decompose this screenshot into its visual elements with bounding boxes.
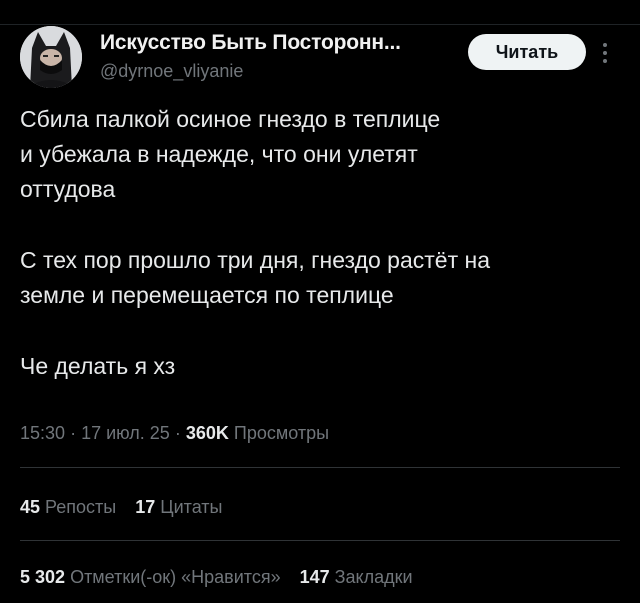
display-name[interactable]: Искусство Быть Посторонн... [100, 31, 401, 55]
reposts-count: 45 [20, 497, 41, 517]
meta-separator: · [174, 423, 181, 443]
tweet-paragraph: Сбила палкой осиное гнездо в теплице и у… [20, 106, 441, 202]
meta-separator: · [70, 423, 77, 443]
top-divider [0, 24, 640, 25]
avatar[interactable] [20, 26, 82, 88]
likes-stat[interactable]: 5 302 Отметки(-ок) «Нравится» [20, 567, 281, 588]
tweet-meta: 15:30 · 17 июл. 25 · 360K Просмотры [20, 423, 329, 444]
bookmarks-count: 147 [299, 567, 330, 587]
tweet-time[interactable]: 15:30 [20, 423, 65, 443]
tweet-text: Сбила палкой осиное гнездо в теплице и у… [20, 102, 620, 420]
more-options-icon[interactable] [598, 36, 612, 70]
tweet-paragraph: Че делать я хз [20, 353, 176, 379]
likes-count: 5 302 [20, 567, 66, 587]
stats-row-likes: 5 302 Отметки(-ок) «Нравится» 147 Заклад… [20, 567, 427, 588]
quotes-stat[interactable]: 17 Цитаты [135, 497, 222, 518]
tweet-header: Искусство Быть Посторонн... @dyrnoe_vliy… [20, 26, 620, 90]
tweet-paragraph: С тех пор прошло три дня, гнездо растёт … [20, 247, 490, 308]
quotes-label: Цитаты [160, 497, 223, 517]
views-count: 360K [185, 423, 229, 443]
views-label: Просмотры [233, 423, 330, 443]
stats-row-reposts: 45 Репосты 17 Цитаты [20, 497, 237, 518]
divider [20, 467, 620, 468]
user-handle[interactable]: @dyrnoe_vliyanie [100, 61, 401, 82]
divider [20, 540, 620, 541]
bookmarks-stat[interactable]: 147 Закладки [300, 567, 413, 588]
avatar-image [20, 26, 82, 88]
likes-label: Отметки(-ок) «Нравится» [70, 567, 281, 587]
reposts-label: Репосты [45, 497, 117, 517]
reposts-stat[interactable]: 45 Репосты [20, 497, 116, 518]
follow-button[interactable]: Читать [468, 34, 586, 70]
bookmarks-label: Закладки [334, 567, 413, 587]
quotes-count: 17 [135, 497, 156, 517]
tweet-date[interactable]: 17 июл. 25 [81, 423, 170, 443]
user-block[interactable]: Искусство Быть Посторонн... @dyrnoe_vliy… [100, 31, 401, 82]
